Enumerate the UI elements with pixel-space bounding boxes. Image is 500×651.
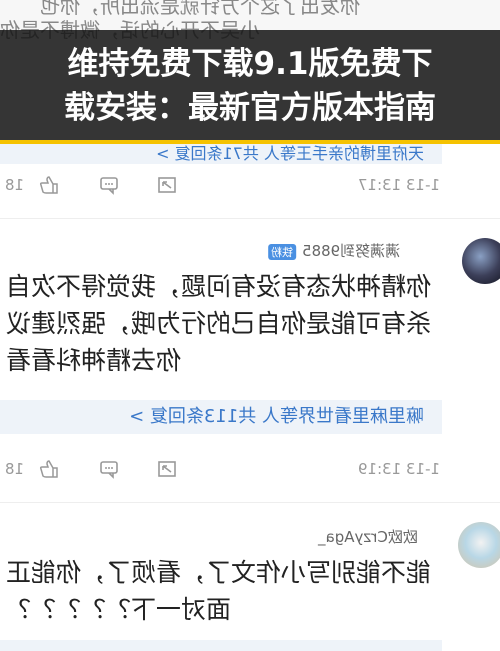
share-icon[interactable] bbox=[156, 174, 178, 196]
comment-icon[interactable] bbox=[98, 174, 120, 196]
reply-summary-text: 嘛里麻里看世界等人 共113条回复 > bbox=[129, 406, 424, 427]
reply-summary-bar-3[interactable] bbox=[0, 640, 442, 651]
comment-ops-row-2: 1-13 13:19 18 bbox=[0, 458, 500, 484]
comment-username[interactable]: 满满努到9885 铁粉 bbox=[268, 240, 400, 261]
username-text: 满满努到9885 bbox=[302, 242, 401, 260]
like-icon[interactable] bbox=[38, 458, 60, 480]
avatar[interactable] bbox=[458, 522, 500, 568]
comment-body: 能不能别写小作文了，看烦了，你能正面对一下？？？？？ bbox=[6, 558, 432, 624]
like-count: 18 bbox=[4, 176, 24, 194]
top-residue: 你发出了这个方针就是流出所，你也 小吴不开心的话，微博不是你 bbox=[0, 0, 500, 42]
comment-username[interactable]: 欧欧CrzyAga_ bbox=[318, 526, 418, 547]
share-icon[interactable] bbox=[156, 458, 178, 480]
comment-ops-row-1: 1-13 13:17 18 bbox=[0, 174, 500, 200]
reply-summary-text: 天府里博的亲手王等人 共71条回复 > bbox=[156, 144, 424, 163]
timestamp: 1-13 13:19 bbox=[357, 460, 440, 478]
avatar[interactable] bbox=[462, 238, 500, 284]
reply-summary-bar-2[interactable]: 嘛里麻里看世界等人 共113条回复 > bbox=[0, 400, 442, 434]
fan-badge: 铁粉 bbox=[268, 244, 296, 260]
timestamp: 1-13 13:17 bbox=[357, 176, 440, 194]
comment-icon[interactable] bbox=[98, 458, 120, 480]
like-icon[interactable] bbox=[38, 174, 60, 196]
divider bbox=[0, 218, 500, 219]
like-count: 18 bbox=[4, 460, 24, 478]
banner-title-line-2: 载安装：最新官方版本指南 bbox=[64, 90, 436, 126]
reply-summary-bar-1[interactable]: 天府里博的亲手王等人 共71条回复 > bbox=[0, 144, 442, 164]
title-banner: 维持免费下载9.1版免费下 载安装：最新官方版本指南 bbox=[0, 30, 500, 144]
banner-title-line-1: 维持免费下载9.1版免费下 bbox=[67, 46, 433, 82]
divider bbox=[0, 502, 500, 503]
comment-body: 你精神状态有没有问题，我觉得不次自杀有可能是你自己的行为哦，强烈建议你去精神科看… bbox=[6, 272, 432, 375]
